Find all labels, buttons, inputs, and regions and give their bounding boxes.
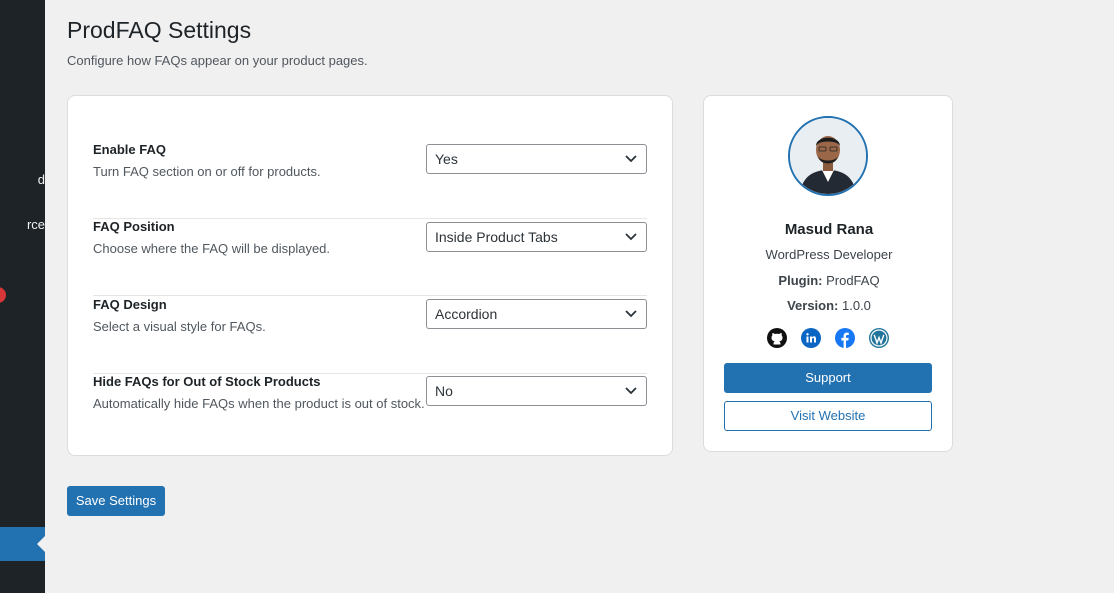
sidebar-item[interactable]: d bbox=[0, 170, 45, 190]
chevron-down-icon bbox=[625, 155, 637, 163]
chevron-down-icon bbox=[625, 233, 637, 241]
admin-sidebar: d rce bbox=[0, 0, 45, 593]
setting-row-faq-design: FAQ Design Select a visual style for FAQ… bbox=[93, 297, 647, 374]
notification-badge bbox=[0, 287, 6, 303]
plugin-info: Plugin: ProdFAQ bbox=[704, 273, 954, 288]
sidebar-item-label: d bbox=[37, 172, 45, 187]
avatar bbox=[788, 116, 868, 196]
select-value: Yes bbox=[435, 151, 458, 167]
setting-description: Turn FAQ section on or off for products. bbox=[93, 164, 321, 179]
setting-row-hide-out-of-stock: Hide FAQs for Out of Stock Products Auto… bbox=[93, 374, 647, 451]
plugin-value: ProdFAQ bbox=[826, 273, 880, 288]
version-value: 1.0.0 bbox=[842, 298, 871, 313]
setting-label: Enable FAQ bbox=[93, 142, 166, 157]
visit-website-button[interactable]: Visit Website bbox=[724, 401, 932, 431]
setting-description: Automatically hide FAQs when the product… bbox=[93, 396, 425, 411]
setting-label: Hide FAQs for Out of Stock Products bbox=[93, 374, 321, 389]
save-settings-button[interactable]: Save Settings bbox=[67, 486, 165, 516]
sidebar-item-label: rce bbox=[26, 217, 45, 232]
setting-label: FAQ Position bbox=[93, 219, 175, 234]
setting-description: Select a visual style for FAQs. bbox=[93, 319, 266, 334]
version-label: Version: bbox=[787, 298, 839, 313]
version-info: Version: 1.0.0 bbox=[704, 298, 954, 313]
wordpress-icon[interactable] bbox=[868, 327, 890, 349]
active-menu-arrow bbox=[37, 536, 45, 552]
setting-row-faq-position: FAQ Position Choose where the FAQ will b… bbox=[93, 219, 647, 296]
social-links bbox=[766, 327, 892, 349]
avatar-image bbox=[790, 118, 866, 194]
github-icon[interactable] bbox=[766, 327, 788, 349]
enable-faq-select[interactable]: Yes bbox=[426, 144, 647, 174]
author-role: WordPress Developer bbox=[765, 247, 893, 262]
select-value: Inside Product Tabs bbox=[435, 229, 558, 245]
author-card: Masud Rana WordPress Developer Plugin: P… bbox=[703, 95, 953, 452]
setting-row-enable-faq: Enable FAQ Turn FAQ section on or off fo… bbox=[93, 142, 647, 219]
page-subtitle: Configure how FAQs appear on your produc… bbox=[67, 53, 368, 68]
page-title: ProdFAQ Settings bbox=[67, 17, 252, 43]
linkedin-icon[interactable] bbox=[800, 327, 822, 349]
author-name: Masud Rana bbox=[784, 221, 874, 238]
support-button[interactable]: Support bbox=[724, 363, 932, 393]
faq-position-select[interactable]: Inside Product Tabs bbox=[426, 222, 647, 252]
select-value: No bbox=[435, 383, 453, 399]
faq-design-select[interactable]: Accordion bbox=[426, 299, 647, 329]
sidebar-item[interactable]: rce bbox=[0, 215, 45, 235]
settings-card: Enable FAQ Turn FAQ section on or off fo… bbox=[67, 95, 673, 456]
setting-label: FAQ Design bbox=[93, 297, 167, 312]
select-value: Accordion bbox=[435, 306, 498, 322]
plugin-label: Plugin: bbox=[778, 273, 823, 288]
setting-description: Choose where the FAQ will be displayed. bbox=[93, 241, 331, 256]
hide-out-of-stock-select[interactable]: No bbox=[426, 376, 647, 406]
chevron-down-icon bbox=[625, 387, 637, 395]
facebook-icon[interactable] bbox=[834, 327, 856, 349]
chevron-down-icon bbox=[625, 310, 637, 318]
